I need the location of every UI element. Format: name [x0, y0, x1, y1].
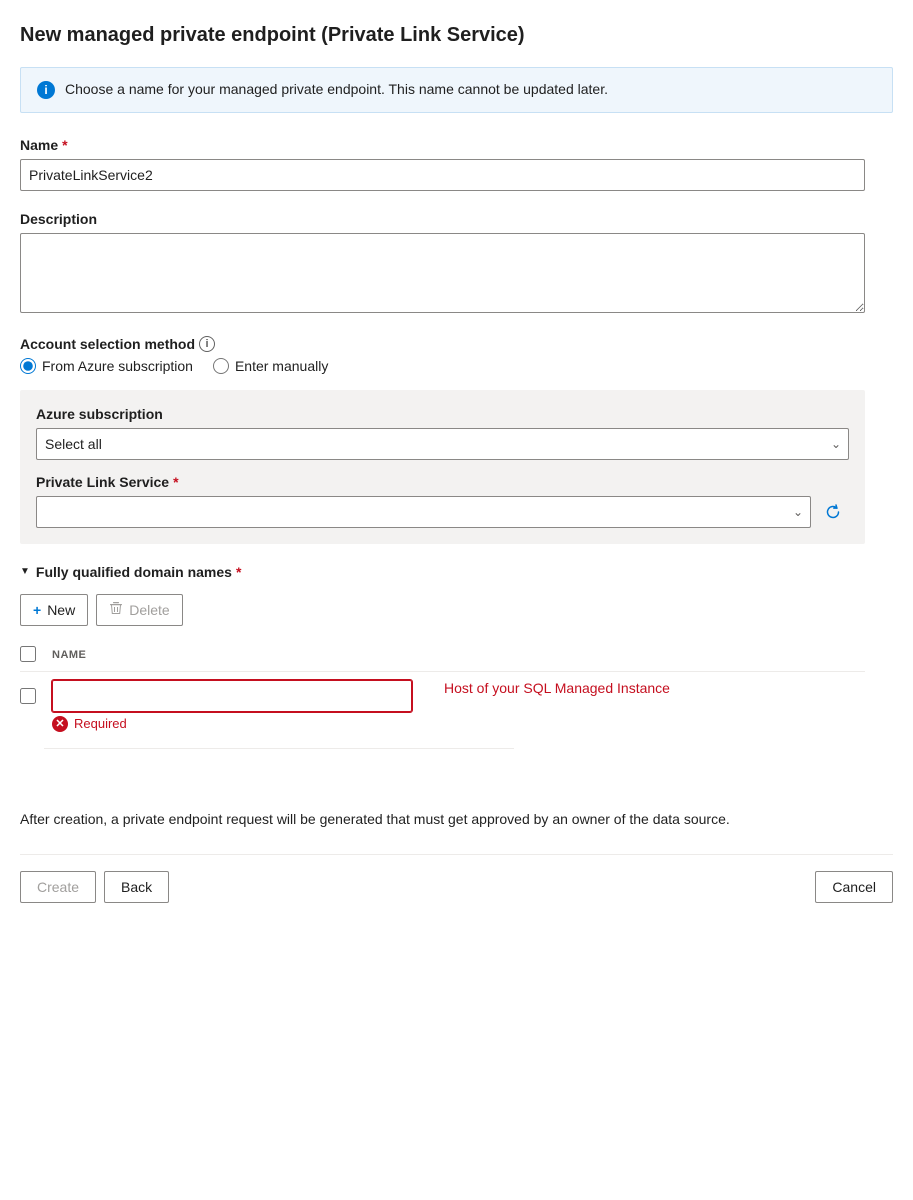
- create-button[interactable]: Create: [20, 871, 96, 903]
- azure-subscription-select-wrapper: Select all ⌄: [36, 428, 849, 460]
- azure-subscription-label: Azure subscription: [36, 406, 849, 422]
- radio-from-azure-label: From Azure subscription: [42, 358, 193, 374]
- row-divider: [44, 748, 514, 749]
- radio-enter-manually[interactable]: Enter manually: [213, 358, 328, 374]
- row-checkbox[interactable]: [20, 688, 36, 704]
- radio-from-azure-input[interactable]: [20, 358, 36, 374]
- required-error-text: Required: [74, 716, 127, 731]
- info-banner: i Choose a name for your managed private…: [20, 67, 893, 113]
- bottom-left-buttons: Create Back: [20, 871, 169, 903]
- description-section: Description: [20, 211, 893, 316]
- name-label: Name *: [20, 137, 893, 153]
- fqdn-collapse-arrow-icon[interactable]: ▼: [20, 566, 30, 577]
- bottom-toolbar: Create Back Cancel: [20, 854, 893, 903]
- private-link-service-row: ⌄: [36, 496, 849, 528]
- info-banner-text: Choose a name for your managed private e…: [65, 80, 608, 100]
- cancel-button[interactable]: Cancel: [815, 871, 893, 903]
- description-label: Description: [20, 211, 893, 227]
- name-required-star: *: [62, 137, 67, 153]
- row-input-wrapper: Host of your SQL Managed Instance: [52, 680, 865, 712]
- private-link-service-select-wrapper: ⌄: [36, 496, 811, 528]
- fqdn-header: ▼ Fully qualified domain names *: [20, 564, 893, 580]
- trash-icon: [109, 601, 123, 618]
- description-input[interactable]: [20, 233, 865, 313]
- table-row: Host of your SQL Managed Instance ✕ Requ…: [20, 672, 865, 740]
- table-select-all-checkbox[interactable]: [20, 646, 36, 662]
- footer-note: After creation, a private endpoint reque…: [20, 809, 865, 830]
- fqdn-title: Fully qualified domain names *: [36, 564, 242, 580]
- account-selection-radio-group: From Azure subscription Enter manually: [20, 358, 893, 374]
- row-content: Host of your SQL Managed Instance ✕ Requ…: [52, 680, 865, 732]
- name-section: Name *: [20, 137, 893, 191]
- plus-icon: +: [33, 602, 41, 618]
- fqdn-required-star: *: [236, 564, 241, 580]
- name-input[interactable]: [20, 159, 865, 191]
- page-title: New managed private endpoint (Private Li…: [20, 24, 893, 47]
- fqdn-table: NAME Host of your SQL Managed Instance ✕…: [20, 640, 865, 749]
- account-selection-info-icon[interactable]: i: [199, 336, 215, 352]
- radio-enter-manually-label: Enter manually: [235, 358, 328, 374]
- azure-subscription-section: Azure subscription Select all ⌄ Private …: [20, 390, 865, 544]
- back-button[interactable]: Back: [104, 871, 169, 903]
- azure-subscription-select[interactable]: Select all: [36, 428, 849, 460]
- info-icon: i: [37, 81, 55, 99]
- refresh-button[interactable]: [817, 496, 849, 528]
- error-icon: ✕: [52, 716, 68, 732]
- radio-enter-manually-input[interactable]: [213, 358, 229, 374]
- fqdn-row-input[interactable]: [52, 680, 412, 712]
- table-name-column-header: NAME: [52, 649, 865, 661]
- delete-button[interactable]: Delete: [96, 594, 182, 626]
- table-header: NAME: [20, 640, 865, 672]
- pls-required-star: *: [173, 474, 178, 490]
- fqdn-toolbar: + New Delete: [20, 594, 893, 626]
- radio-from-azure[interactable]: From Azure subscription: [20, 358, 193, 374]
- new-button[interactable]: + New: [20, 594, 88, 626]
- private-link-service-select[interactable]: [36, 496, 811, 528]
- account-selection-label: Account selection method i: [20, 336, 893, 352]
- account-selection-section: Account selection method i From Azure su…: [20, 336, 893, 544]
- private-link-service-label: Private Link Service *: [36, 474, 849, 490]
- fqdn-section: ▼ Fully qualified domain names * + New D…: [20, 564, 893, 749]
- host-hint-text: Host of your SQL Managed Instance: [444, 680, 670, 696]
- error-row: ✕ Required: [52, 716, 865, 732]
